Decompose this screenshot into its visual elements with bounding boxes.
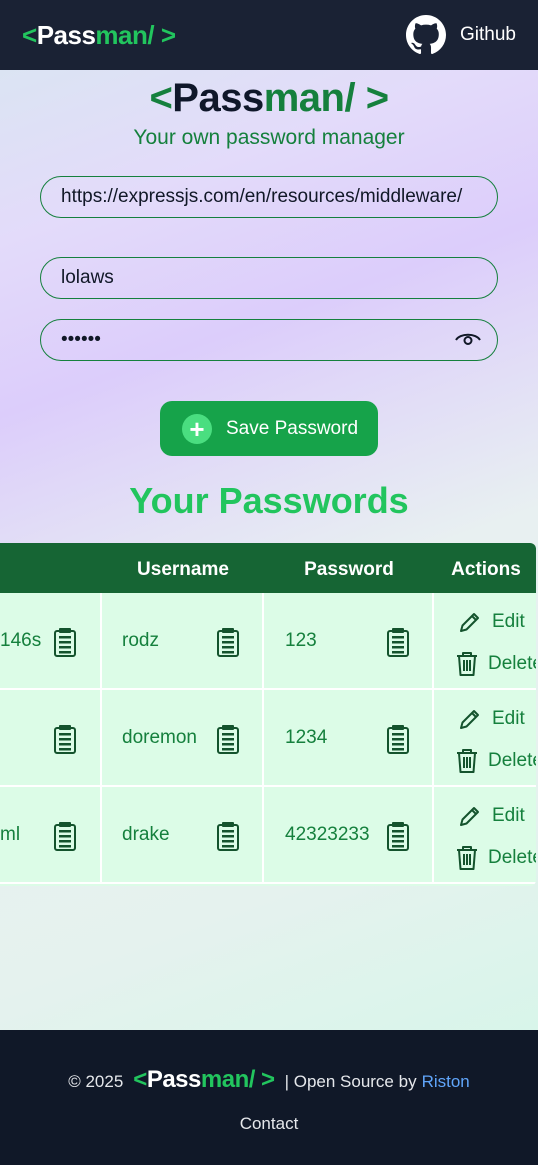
- eye-icon[interactable]: [453, 325, 483, 355]
- password-cell: 1234: [264, 690, 434, 787]
- actions-cell: Edit Delete: [434, 690, 536, 787]
- site-cell: [0, 690, 102, 787]
- footer: © 2025 <Passman/ > | Open Source by Rist…: [0, 1030, 538, 1165]
- pencil-icon: [460, 710, 479, 729]
- trash-icon: [457, 846, 477, 870]
- nav-logo[interactable]: <Passman/ >: [22, 20, 176, 51]
- copyright-text: © 2025: [68, 1072, 124, 1091]
- trash-icon: [457, 749, 477, 773]
- copy-clipboard-icon[interactable]: [54, 821, 76, 851]
- password-value: ••••••: [61, 329, 101, 350]
- footer-logo-pass: Pass: [146, 1066, 202, 1093]
- hero-logo-pass: Pass: [172, 76, 264, 120]
- edit-button[interactable]: Edit: [458, 804, 525, 828]
- edit-label: Edit: [492, 611, 525, 632]
- section-title: Your Passwords: [129, 480, 409, 521]
- delete-button[interactable]: Delete: [456, 845, 536, 871]
- logo-bracket-open: <: [22, 19, 37, 50]
- website-url-input[interactable]: https://expressjs.com/en/resources/middl…: [40, 176, 498, 218]
- logo-man: man/: [95, 19, 155, 50]
- save-password-button[interactable]: + Save Password: [160, 401, 378, 456]
- copy-clipboard-icon[interactable]: [387, 724, 409, 754]
- save-password-label: Save Password: [226, 417, 359, 439]
- edit-button[interactable]: Edit: [458, 707, 525, 731]
- edit-label: Edit: [492, 708, 525, 729]
- passwords-table: Username Password Actions 146s rodz 123 …: [0, 543, 536, 886]
- header-actions: Actions: [451, 559, 521, 580]
- delete-button[interactable]: Delete: [456, 748, 536, 774]
- add-icon: +: [182, 413, 212, 444]
- hero-logo: <Passman/ >: [0, 76, 538, 121]
- site-text: ml: [0, 823, 21, 845]
- edit-button[interactable]: Edit: [458, 610, 525, 634]
- username-value: lolaws: [61, 267, 114, 288]
- delete-label: Delete: [488, 653, 536, 674]
- copy-clipboard-icon[interactable]: [217, 627, 239, 657]
- username-cell: drake: [102, 787, 264, 884]
- copy-clipboard-icon[interactable]: [54, 724, 76, 754]
- table-header: Username Password Actions: [0, 543, 536, 593]
- site-cell: 146s: [0, 593, 102, 690]
- username-input[interactable]: lolaws: [40, 257, 498, 299]
- hero-logo-man: man/: [263, 76, 356, 120]
- password-text: 123: [285, 629, 317, 651]
- footer-logo: <Passman/ >: [133, 1066, 275, 1094]
- username-text: doremon: [122, 726, 197, 748]
- contact-link[interactable]: Contact: [0, 1114, 538, 1134]
- table-row: doremon 1234 Edit Delete: [0, 690, 536, 787]
- table-row: ml drake 42323233 Edit Delete: [0, 787, 536, 884]
- copy-clipboard-icon[interactable]: [387, 627, 409, 657]
- author-link[interactable]: Riston: [422, 1072, 470, 1092]
- delete-label: Delete: [488, 750, 536, 771]
- site-cell: ml: [0, 787, 102, 884]
- actions-cell: Edit Delete: [434, 593, 536, 690]
- password-input[interactable]: ••••••: [40, 319, 498, 361]
- username-cell: rodz: [102, 593, 264, 690]
- password-cell: 123: [264, 593, 434, 690]
- copy-clipboard-icon[interactable]: [54, 627, 76, 657]
- website-url-value: https://expressjs.com/en/resources/middl…: [61, 186, 463, 207]
- header-username: Username: [137, 559, 229, 580]
- header-password: Password: [304, 559, 394, 580]
- navbar: <Passman/ > Github: [0, 0, 538, 70]
- hero-logo-bracket-open: <: [149, 76, 173, 120]
- pencil-icon: [460, 613, 479, 632]
- github-icon: [406, 15, 447, 55]
- github-link[interactable]: Github: [406, 15, 516, 55]
- footer-logo-bracket-close: >: [254, 1066, 275, 1093]
- delete-button[interactable]: Delete: [456, 651, 536, 677]
- hero-logo-bracket-close: >: [355, 76, 389, 120]
- logo-bracket-close: >: [154, 19, 176, 50]
- table-row: 146s rodz 123 Edit Delete: [0, 593, 536, 690]
- username-text: rodz: [122, 629, 159, 651]
- github-label: Github: [460, 24, 516, 45]
- password-text: 42323233: [285, 823, 370, 845]
- footer-logo-bracket-open: <: [133, 1066, 147, 1093]
- password-text: 1234: [285, 726, 328, 748]
- username-text: drake: [122, 823, 170, 845]
- site-text: 146s: [0, 629, 42, 651]
- copy-clipboard-icon[interactable]: [387, 821, 409, 851]
- delete-label: Delete: [488, 847, 536, 868]
- copy-clipboard-icon[interactable]: [217, 724, 239, 754]
- username-cell: doremon: [102, 690, 264, 787]
- edit-label: Edit: [492, 805, 525, 826]
- copy-clipboard-icon[interactable]: [217, 821, 239, 851]
- footer-line: © 2025 <Passman/ > | Open Source by Rist…: [0, 1066, 538, 1094]
- logo-pass: Pass: [36, 19, 96, 50]
- hero-subtitle: Your own password manager: [133, 126, 405, 149]
- footer-logo-man: man/: [200, 1066, 256, 1093]
- open-source-text: | Open Source by: [284, 1072, 417, 1091]
- pencil-icon: [460, 807, 479, 826]
- trash-icon: [457, 652, 477, 676]
- password-cell: 42323233: [264, 787, 434, 884]
- actions-cell: Edit Delete: [434, 787, 536, 884]
